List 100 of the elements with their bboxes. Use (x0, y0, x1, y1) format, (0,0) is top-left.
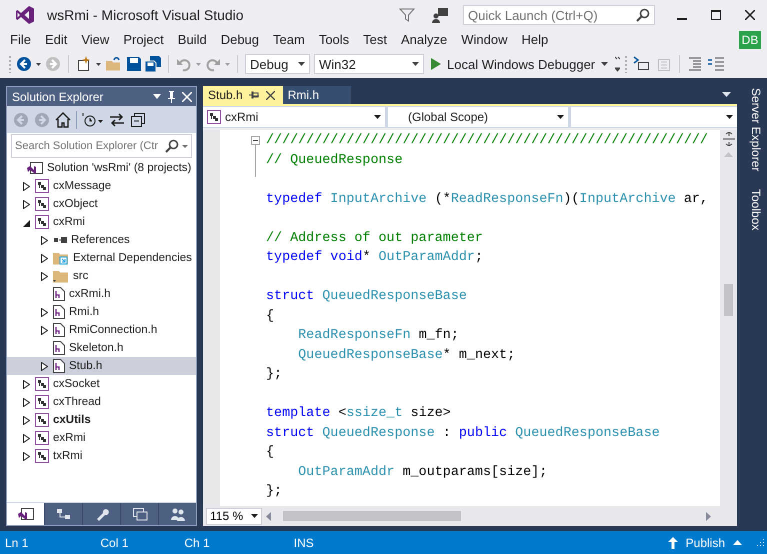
menu-item[interactable]: Analyze (394, 30, 454, 50)
dropdown-icon[interactable] (153, 94, 161, 99)
panel-tab[interactable] (44, 503, 82, 525)
publish-button[interactable]: Publish (668, 536, 742, 550)
tree-item[interactable]: cxRmi (7, 213, 196, 231)
caret-icon (726, 115, 733, 119)
tree-item[interactable]: Skeleton.h (7, 339, 196, 357)
tree-item[interactable]: cxRmi.h (7, 285, 196, 303)
header-file-icon (53, 341, 65, 355)
side-tab[interactable]: Toolbox (743, 189, 763, 231)
tree-item[interactable]: cxSocket (7, 375, 196, 393)
expand-arrow-icon[interactable] (40, 254, 48, 262)
expand-arrow-icon[interactable] (40, 326, 48, 334)
expand-arrow-icon[interactable] (22, 398, 30, 406)
tree-item[interactable]: RmiConnection.h (7, 321, 196, 339)
close-icon[interactable] (266, 90, 275, 100)
char-number: Ch 1 (184, 536, 210, 550)
project-icon (35, 215, 49, 229)
zoom-dropdown[interactable]: 115 % (206, 508, 262, 524)
new-project-icon[interactable] (76, 56, 92, 72)
sync-icon[interactable] (109, 112, 125, 128)
quick-launch-field[interactable]: Quick Launch (Ctrl+Q) (463, 5, 655, 25)
project-dropdown[interactable]: cxRmi (203, 107, 385, 127)
split-icon[interactable] (722, 132, 734, 146)
save-all-icon[interactable] (145, 56, 161, 72)
scope-dropdown[interactable]: (Global Scope) (388, 107, 568, 127)
tree-item[interactable]: External Dependencies (7, 249, 196, 267)
home-icon[interactable] (55, 112, 71, 128)
menu-item[interactable]: Edit (38, 30, 74, 50)
tree-item[interactable]: cxObject (7, 195, 196, 213)
back-icon[interactable] (16, 56, 32, 72)
side-tab[interactable]: Server Explorer (743, 88, 763, 172)
tree-item[interactable]: cxMessage (7, 177, 196, 195)
search-field[interactable]: Search Solution Explorer (Ctr (11, 134, 192, 158)
tab-list-icon[interactable] (722, 92, 731, 97)
history-icon[interactable] (82, 112, 104, 128)
menu-item[interactable]: Window (454, 30, 515, 50)
tree-item[interactable]: src (7, 267, 196, 285)
caret-icon (412, 62, 419, 66)
editor-tab[interactable]: Stub.h (203, 86, 283, 104)
caret-icon (182, 144, 188, 148)
solution-icon (18, 507, 34, 521)
open-folder-icon[interactable] (105, 56, 123, 72)
menu-item[interactable]: Project (116, 30, 171, 50)
menu-item[interactable]: Test (356, 30, 394, 50)
scrollbar-thumb[interactable] (283, 511, 461, 521)
menu-item[interactable]: Help (514, 30, 556, 50)
collapse-icon[interactable] (251, 136, 260, 145)
save-icon[interactable] (127, 57, 141, 71)
step-icon[interactable] (632, 56, 650, 72)
start-debugging-button[interactable]: Local Windows Debugger (428, 54, 612, 74)
users-icon (170, 507, 186, 521)
expand-arrow-icon[interactable] (22, 200, 30, 208)
header-file-icon (53, 359, 65, 373)
panel-tab[interactable] (82, 503, 120, 525)
expand-arrow-icon[interactable] (40, 308, 48, 316)
scroll-left-icon[interactable] (266, 512, 271, 520)
expand-arrow-icon[interactable] (22, 416, 30, 424)
menu-item[interactable]: Tools (312, 30, 356, 50)
tree-item[interactable]: cxThread (7, 393, 196, 411)
caret-icon (601, 62, 608, 66)
tree-item[interactable]: Solution 'wsRmi' (8 projects) (7, 159, 196, 177)
panel-tab[interactable] (120, 503, 158, 525)
overflow-icon[interactable] (615, 56, 620, 72)
configuration-dropdown[interactable]: Debug (245, 54, 310, 74)
panel-tab[interactable] (158, 503, 196, 525)
platform-dropdown[interactable]: Win32 (314, 54, 424, 74)
feedback-icon[interactable] (431, 7, 449, 23)
tree-item[interactable]: txRmi (7, 447, 196, 465)
tree-item[interactable]: cxUtils (7, 411, 196, 429)
collapse-all-icon[interactable] (130, 112, 146, 128)
column-number: Col 1 (100, 536, 128, 550)
panel-tab[interactable] (7, 503, 44, 525)
expand-arrow-icon[interactable] (22, 182, 30, 190)
menu-item[interactable]: Team (266, 30, 312, 50)
editor-tab[interactable]: Rmi.h (282, 86, 351, 104)
menu-item[interactable]: Debug (214, 30, 266, 50)
indent-icon[interactable] (687, 57, 704, 71)
menu-item[interactable]: File (3, 30, 38, 50)
tree-item[interactable]: References (7, 231, 196, 249)
expand-arrow-icon[interactable] (40, 272, 48, 280)
expand-arrow-icon[interactable] (22, 434, 30, 442)
code-line: ReadResponseFn m_fn; (297, 327, 459, 345)
filter-icon[interactable] (399, 7, 415, 23)
tree-item[interactable]: Rmi.h (7, 303, 196, 321)
scrollbar-thumb[interactable] (724, 284, 733, 316)
comment-icon[interactable] (707, 57, 726, 71)
pin-icon[interactable] (167, 90, 176, 102)
tree-item[interactable]: Stub.h (7, 357, 196, 375)
expand-arrow-icon[interactable] (40, 236, 48, 244)
expand-arrow-icon[interactable] (40, 362, 48, 370)
expand-arrow-icon[interactable] (22, 380, 30, 388)
menu-item[interactable]: View (74, 30, 116, 50)
collapse-arrow-icon[interactable] (22, 218, 30, 226)
scroll-right-icon[interactable] (706, 512, 711, 520)
tree-item[interactable]: exRmi (7, 429, 196, 447)
expand-arrow-icon[interactable] (22, 452, 30, 460)
panel-title: Solution Explorer (12, 90, 104, 104)
pin-icon[interactable] (248, 91, 260, 99)
menu-item[interactable]: Build (170, 30, 214, 50)
